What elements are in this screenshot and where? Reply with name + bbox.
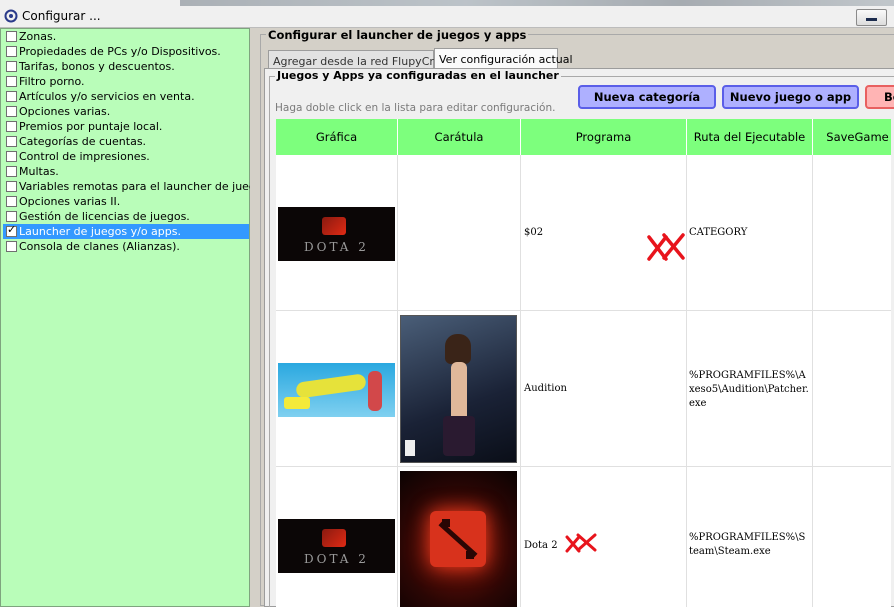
list-item-label: Control de impresiones. <box>19 150 150 163</box>
checkbox[interactable] <box>6 166 17 177</box>
list-item[interactable]: Filtro porno. <box>3 74 249 89</box>
checkbox[interactable] <box>6 106 17 117</box>
list-item-label: Filtro porno. <box>19 75 85 88</box>
hint-text: Haga doble click en la lista para editar… <box>275 102 556 114</box>
new-game-button[interactable]: Nuevo juego o app <box>722 85 859 109</box>
group-title: Juegos y Apps ya configuradas en el laun… <box>275 69 561 82</box>
list-item-label: Zonas. <box>19 30 57 43</box>
cell-savegame <box>813 467 891 607</box>
list-item-label: Categorías de cuentas. <box>19 135 147 148</box>
list-item-selected[interactable]: Launcher de juegos y/o apps. <box>3 223 249 239</box>
minimize-icon <box>866 18 877 21</box>
dota2-cover-image <box>400 471 517 607</box>
tab-current-config[interactable]: Ver configuración actual <box>434 48 573 68</box>
list-item-label: Artículos y/o servicios en venta. <box>19 90 195 103</box>
checkbox[interactable] <box>6 91 17 102</box>
programa-text: Dota 2 <box>524 540 558 551</box>
x-mark-icon <box>646 231 686 263</box>
list-item-label: Opciones varias II. <box>19 195 121 208</box>
cell-caratula <box>398 311 521 467</box>
list-item[interactable]: Propiedades de PCs y/o Dispositivos. <box>3 44 249 59</box>
list-item[interactable]: Zonas. <box>3 29 249 44</box>
programa-text: $02 <box>524 227 544 238</box>
checkbox-checked[interactable] <box>6 223 17 237</box>
list-item[interactable]: Multas. <box>3 164 249 179</box>
list-item-label: Propiedades de PCs y/o Dispositivos. <box>19 45 221 58</box>
cell-ruta: %PROGRAMFILES%\Steam\Steam.exe <box>687 467 813 607</box>
options-list[interactable]: Zonas. Propiedades de PCs y/o Dispositiv… <box>0 28 272 607</box>
list-item[interactable]: Consola de clanes (Alianzas). <box>3 239 249 254</box>
cell-ruta: CATEGORY <box>687 155 813 311</box>
list-item-label: Launcher de juegos y/o apps. <box>19 225 181 238</box>
table-row[interactable]: DOTA 2 Dota 2 %PROGRAMFILES%\Steam\Steam… <box>276 467 891 607</box>
gear-icon <box>4 9 18 23</box>
checkbox[interactable] <box>6 121 17 132</box>
checkbox[interactable] <box>6 31 17 42</box>
list-item[interactable]: Opciones varias II. <box>3 194 249 209</box>
games-table[interactable]: Gráfica Carátula Programa Ruta del Ejecu… <box>276 119 891 607</box>
cell-ruta: %PROGRAMFILES%\Axeso5\Audition\Patcher.e… <box>687 311 813 467</box>
cell-caratula <box>398 467 521 607</box>
cell-caratula <box>398 155 521 311</box>
list-item-label: Gestión de licencias de juegos. <box>19 210 190 223</box>
column-header-programa[interactable]: Programa <box>521 119 687 155</box>
window-title-bar: Configurar ... <box>0 0 894 28</box>
list-item[interactable]: Variables remotas para el launcher de ju… <box>3 179 272 194</box>
list-item-label: Tarifas, bonos y descuentos. <box>19 60 175 73</box>
tab-content: Juegos y Apps ya configuradas en el laun… <box>264 68 894 607</box>
cell-grafica: DOTA 2 <box>276 155 398 311</box>
checkbox[interactable] <box>6 46 17 57</box>
cell-programa: $02 <box>521 155 687 311</box>
column-header-savegame[interactable]: SaveGame <box>813 119 891 155</box>
ruta-text: %PROGRAMFILES%\Steam\Steam.exe <box>689 532 806 557</box>
list-item[interactable]: Opciones varias. <box>3 104 249 119</box>
audition-banner-image <box>278 363 395 417</box>
list-item-label: Variables remotas para el launcher de ju… <box>19 180 272 193</box>
cell-grafica: DOTA 2 <box>276 467 398 607</box>
background-strip <box>180 0 894 6</box>
checkbox[interactable] <box>6 61 17 72</box>
list-item[interactable]: Artículos y/o servicios en venta. <box>3 89 249 104</box>
list-item-label: Multas. <box>19 165 59 178</box>
list-item-label: Consola de clanes (Alianzas). <box>19 240 180 253</box>
list-item[interactable]: Tarifas, bonos y descuentos. <box>3 59 249 74</box>
list-item-label: Opciones varias. <box>19 105 111 118</box>
new-category-button[interactable]: Nueva categoría <box>578 85 716 109</box>
delete-button[interactable]: Bo <box>865 85 894 109</box>
list-item[interactable]: Gestión de licencias de juegos. <box>3 209 249 224</box>
table-row[interactable]: DOTA 2 $02 CATEGORY <box>276 155 891 311</box>
table-row[interactable]: Audition %PROGRAMFILES%\Axeso5\Audition\… <box>276 311 891 467</box>
checkbox[interactable] <box>6 211 17 222</box>
ruta-text: CATEGORY <box>689 227 748 238</box>
checkbox[interactable] <box>6 136 17 147</box>
window-title: Configurar ... <box>22 9 101 23</box>
checkbox[interactable] <box>6 196 17 207</box>
audition-cover-image <box>400 315 517 463</box>
programa-text: Audition <box>524 383 567 394</box>
main-panel: Configurar el launcher de juegos y apps … <box>256 28 894 607</box>
cell-programa: Audition <box>521 311 687 467</box>
column-header-caratula[interactable]: Carátula <box>398 119 521 155</box>
dota2-banner-image: DOTA 2 <box>278 519 395 573</box>
column-header-ruta[interactable]: Ruta del Ejecutable <box>687 119 813 155</box>
section-title: Configurar el launcher de juegos y apps <box>266 28 529 42</box>
dota2-banner-image: DOTA 2 <box>278 207 395 261</box>
list-item[interactable]: Premios por puntaje local. <box>3 119 249 134</box>
checkbox[interactable] <box>6 76 17 87</box>
list-item[interactable]: Categorías de cuentas. <box>3 134 249 149</box>
cell-savegame <box>813 155 891 311</box>
checkbox[interactable] <box>6 241 17 252</box>
cell-grafica <box>276 311 398 467</box>
list-item[interactable]: Control de impresiones. <box>3 149 249 164</box>
column-header-grafica[interactable]: Gráfica <box>276 119 398 155</box>
minimize-button[interactable] <box>856 9 887 26</box>
cell-savegame <box>813 311 891 467</box>
ruta-text: %PROGRAMFILES%\Axeso5\Audition\Patcher.e… <box>689 370 809 409</box>
x-mark-icon <box>564 532 600 554</box>
cell-programa: Dota 2 <box>521 467 687 607</box>
checkbox[interactable] <box>6 151 17 162</box>
list-item-label: Premios por puntaje local. <box>19 120 163 133</box>
tab-add-from-network[interactable]: Agregar desde la red FlupyCrea® <box>268 50 458 68</box>
checkbox[interactable] <box>6 181 17 192</box>
